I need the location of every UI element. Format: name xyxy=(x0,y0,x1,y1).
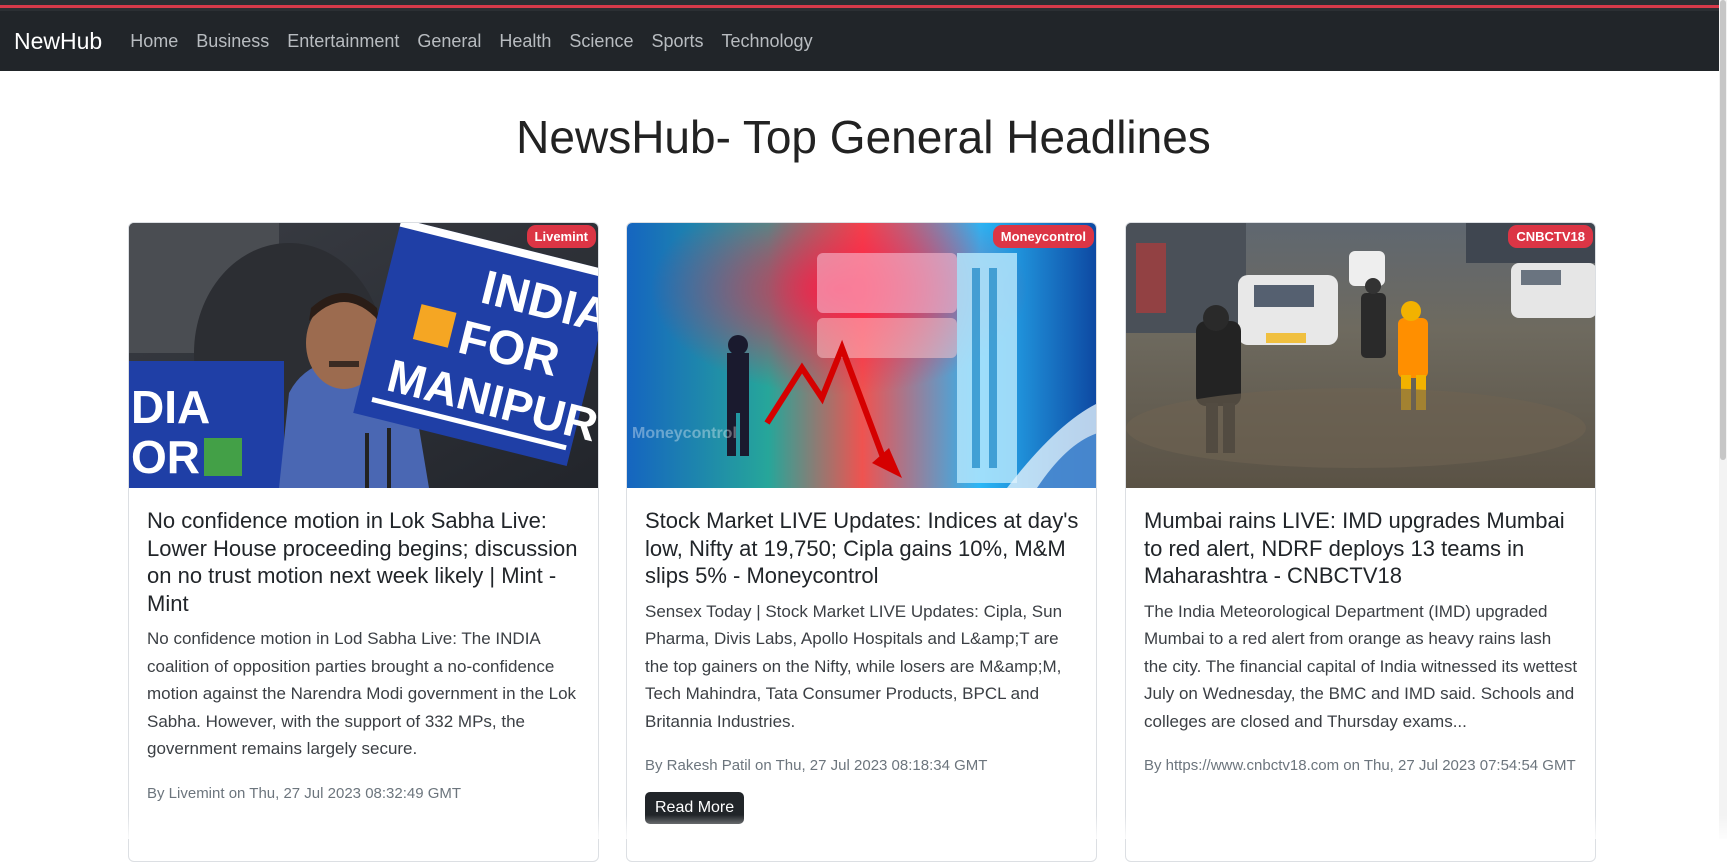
svg-text:Moneycontrol: Moneycontrol xyxy=(632,425,737,442)
brand-logo[interactable]: NewHub xyxy=(14,28,102,55)
nav-link-entertainment[interactable]: Entertainment xyxy=(287,31,399,52)
scrollbar-thumb[interactable] xyxy=(1720,0,1726,460)
article-image: DIA OR INDIA FOR MANIPUR xyxy=(129,223,598,488)
article-description: No confidence motion in Lod Sabha Live: … xyxy=(147,629,577,758)
source-badge: CNBCTV18 xyxy=(1508,225,1593,248)
news-card: Moneycontrol Moneycontrol Stock Market L… xyxy=(626,222,1097,862)
page-title: NewsHub- Top General Headlines xyxy=(516,111,1211,163)
news-card: DIA OR INDIA FOR MANIPUR Livemint No con… xyxy=(128,222,599,862)
accent-line xyxy=(0,5,1727,8)
nav-link-home[interactable]: Home xyxy=(130,31,178,52)
article-description: Sensex Today | Stock Market LIVE Updates… xyxy=(645,601,1063,731)
svg-text:DIA: DIA xyxy=(131,381,210,433)
article-image xyxy=(1126,223,1595,488)
card-body: No confidence motion in Lok Sabha Live: … xyxy=(147,507,582,807)
nav-link-sports[interactable]: Sports xyxy=(651,31,703,52)
card-body: Stock Market LIVE Updates: Indices at da… xyxy=(645,507,1080,824)
nav-link-technology[interactable]: Technology xyxy=(722,31,813,52)
nav-link-business[interactable]: Business xyxy=(196,31,269,52)
nav-link-health[interactable]: Health xyxy=(499,31,551,52)
svg-text:OR: OR xyxy=(131,431,200,483)
nav-link-science[interactable]: Science xyxy=(569,31,633,52)
page-scrollbar[interactable] xyxy=(1719,0,1727,839)
browser-top-strip xyxy=(0,0,1727,11)
article-title: Stock Market LIVE Updates: Indices at da… xyxy=(645,508,1079,588)
article-description: The India Meteorological Department (IMD… xyxy=(1144,601,1578,731)
article-meta: By Livemint on Thu, 27 Jul 2023 08:32:49… xyxy=(147,784,462,802)
news-card: CNBCTV18 Mumbai rains LIVE: IMD upgrades… xyxy=(1125,222,1596,862)
article-image: Moneycontrol xyxy=(627,223,1096,488)
nav-link-general[interactable]: General xyxy=(417,31,481,52)
article-meta: By https://www.cnbctv18.com on Thu, 27 J… xyxy=(1144,757,1576,774)
source-badge: Moneycontrol xyxy=(992,225,1094,248)
source-badge: Livemint xyxy=(526,225,596,248)
bottom-fade xyxy=(0,815,1727,839)
article-title: Mumbai rains LIVE: IMD upgrades Mumbai t… xyxy=(1144,508,1565,588)
navbar: NewHub Home Business Entertainment Gener… xyxy=(0,11,1727,71)
card-body: Mumbai rains LIVE: IMD upgrades Mumbai t… xyxy=(1144,507,1579,780)
article-meta: By Rakesh Patil on Thu, 27 Jul 2023 08:1… xyxy=(645,757,988,774)
article-title: No confidence motion in Lok Sabha Live: … xyxy=(147,508,578,616)
